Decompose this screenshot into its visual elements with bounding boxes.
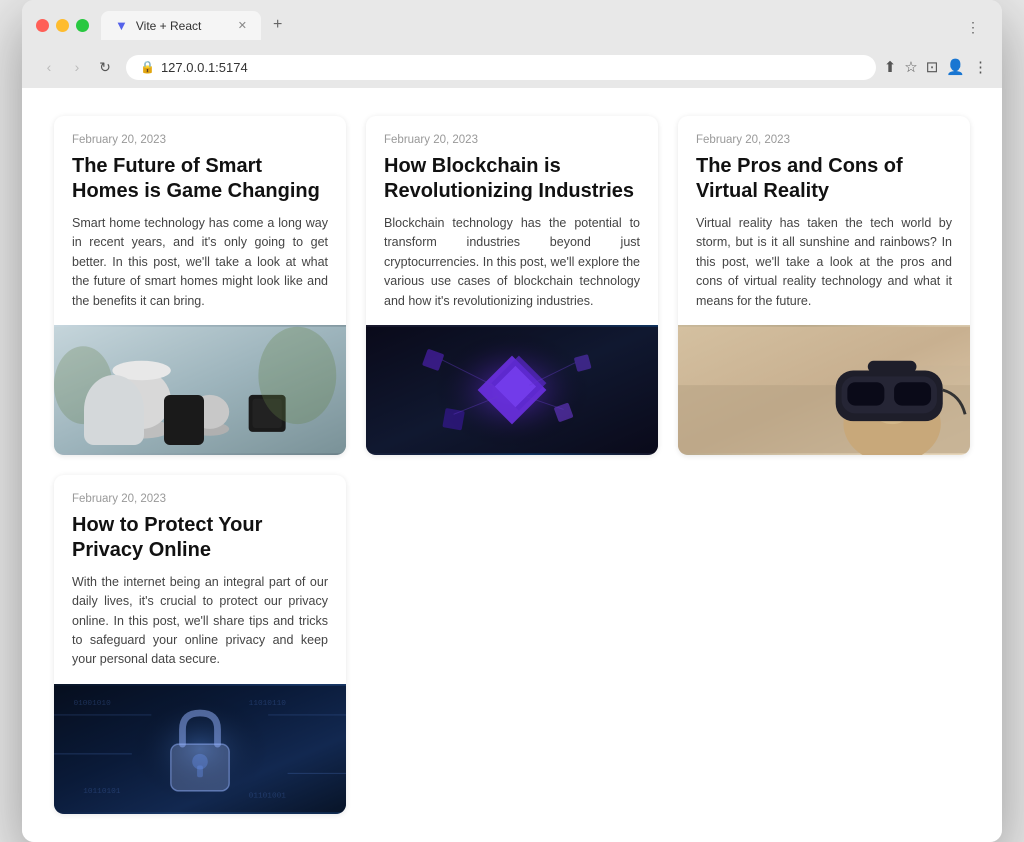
svg-text:11010110: 11010110 xyxy=(249,700,287,708)
active-tab[interactable]: ▼ Vite + React ✕ xyxy=(101,11,261,40)
split-view-button[interactable]: ⊡ xyxy=(926,58,939,76)
refresh-button[interactable]: ↻ xyxy=(92,54,118,80)
nav-buttons: ‹ › ↻ xyxy=(36,54,118,80)
post-excerpt-4: With the internet being an integral part… xyxy=(72,573,328,670)
post-image-2 xyxy=(366,325,658,455)
post-excerpt-1: Smart home technology has come a long wa… xyxy=(72,214,328,311)
post-card-2[interactable]: February 20, 2023 How Blockchain is Revo… xyxy=(366,116,658,455)
forward-button[interactable]: › xyxy=(64,54,90,80)
post-card-4[interactable]: February 20, 2023 How to Protect Your Pr… xyxy=(54,475,346,814)
share-button[interactable]: ⬆ xyxy=(884,58,897,76)
title-bar: ▼ Vite + React ✕ + ⋮ xyxy=(22,0,1002,48)
svg-text:10110101: 10110101 xyxy=(83,788,121,796)
cards-grid-top: February 20, 2023 The Future of Smart Ho… xyxy=(54,116,970,455)
blockchain-svg xyxy=(366,325,658,455)
post-date-1: February 20, 2023 xyxy=(72,134,328,146)
post-image-3 xyxy=(678,325,970,455)
post-card-3[interactable]: February 20, 2023 The Pros and Cons of V… xyxy=(678,116,970,455)
profile-button[interactable]: 👤 xyxy=(946,58,965,76)
post-excerpt-3: Virtual reality has taken the tech world… xyxy=(696,214,952,311)
post-title-4: How to Protect Your Privacy Online xyxy=(72,513,328,563)
address-bar: ‹ › ↻ 🔒 127.0.0.1:5174 ⬆ ☆ ⊡ 👤 ⋮ xyxy=(22,48,1002,88)
overflow-menu-button[interactable]: ⋮ xyxy=(973,58,988,76)
tab-title: Vite + React xyxy=(136,19,201,33)
vr-svg xyxy=(678,325,970,455)
maximize-button[interactable] xyxy=(76,19,89,32)
post-date-4: February 20, 2023 xyxy=(72,493,328,505)
back-button[interactable]: ‹ xyxy=(36,54,62,80)
new-tab-button[interactable]: + xyxy=(263,10,292,40)
minimize-button[interactable] xyxy=(56,19,69,32)
window-controls xyxy=(36,19,89,32)
post-title-2: How Blockchain is Revolutionizing Indust… xyxy=(384,154,640,204)
post-image-1 xyxy=(54,325,346,455)
cards-grid-bottom: February 20, 2023 How to Protect Your Pr… xyxy=(54,475,970,814)
post-excerpt-2: Blockchain technology has the potential … xyxy=(384,214,640,311)
tab-favicon: ▼ xyxy=(115,18,128,33)
post-date-2: February 20, 2023 xyxy=(384,134,640,146)
svg-text:01101001: 01101001 xyxy=(249,792,287,800)
close-button[interactable] xyxy=(36,19,49,32)
svg-text:01001010: 01001010 xyxy=(73,700,111,708)
page-content: February 20, 2023 The Future of Smart Ho… xyxy=(22,88,1002,842)
post-card-1[interactable]: February 20, 2023 The Future of Smart Ho… xyxy=(54,116,346,455)
smart-home-svg xyxy=(54,325,346,455)
tab-close-button[interactable]: ✕ xyxy=(238,19,247,32)
post-date-3: February 20, 2023 xyxy=(696,134,952,146)
privacy-svg: 01001010 11010110 10110101 01101001 xyxy=(54,684,346,814)
bookmark-button[interactable]: ☆ xyxy=(904,58,917,76)
post-title-1: The Future of Smart Homes is Game Changi… xyxy=(72,154,328,204)
more-options-button[interactable]: ⋮ xyxy=(958,15,988,40)
browser-window: ▼ Vite + React ✕ + ⋮ ‹ › ↻ 🔒 127.0.0.1:5… xyxy=(22,0,1002,842)
url-bar[interactable]: 🔒 127.0.0.1:5174 xyxy=(126,55,876,80)
browser-actions: ⬆ ☆ ⊡ 👤 ⋮ xyxy=(884,58,988,76)
tabs-row: ▼ Vite + React ✕ + ⋮ xyxy=(101,10,988,40)
lock-icon: 🔒 xyxy=(140,60,155,74)
url-text: 127.0.0.1:5174 xyxy=(161,60,248,75)
post-image-4: 01001010 11010110 10110101 01101001 xyxy=(54,684,346,814)
post-title-3: The Pros and Cons of Virtual Reality xyxy=(696,154,952,204)
